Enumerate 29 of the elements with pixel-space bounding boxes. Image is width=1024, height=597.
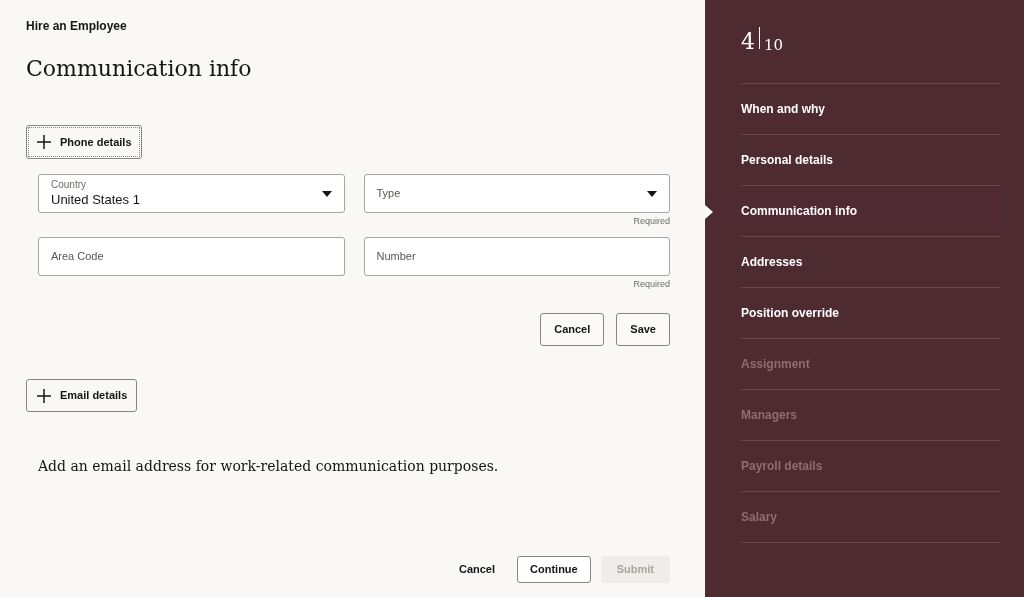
plus-icon <box>36 387 52 404</box>
caret-icon <box>647 190 657 197</box>
field-label: Country <box>51 179 87 192</box>
plus-icon <box>36 134 52 150</box>
dropdown-field[interactable]: Country United States 1 <box>38 174 345 213</box>
step-current: 4 <box>741 31 755 53</box>
add-phone-button[interactable]: Phone details <box>26 125 142 159</box>
input-field[interactable]: Area Code <box>38 237 345 276</box>
step-item[interactable]: When and why <box>705 84 1000 135</box>
step-item[interactable]: Position override <box>705 288 1000 339</box>
field-placeholder: Number <box>376 249 416 265</box>
required-hint: Required <box>633 215 670 228</box>
field-placeholder: Type <box>376 186 401 202</box>
caret-icon <box>321 190 332 197</box>
form-action-button[interactable]: Cancel <box>540 313 605 346</box>
page-title: Communication info <box>26 55 253 83</box>
form-action-button[interactable]: Save <box>616 313 670 346</box>
step-item[interactable]: Addresses <box>705 237 1000 288</box>
email-hint-text: Add an email address for work-related communication purposes. <box>38 457 500 476</box>
dropdown-field[interactable]: Type <box>363 174 670 213</box>
field-value: United States 1 <box>51 191 140 208</box>
footer-button[interactable]: Continue <box>517 556 591 583</box>
task-title: Hire an Employee <box>26 18 128 35</box>
footer-button[interactable]: Cancel <box>446 556 508 583</box>
step-total: 10 <box>764 38 784 53</box>
add-email-button[interactable]: Email details <box>26 379 138 412</box>
required-hint: Required <box>633 278 670 291</box>
field-placeholder: Area Code <box>51 249 104 265</box>
input-field[interactable]: Number <box>363 237 670 276</box>
